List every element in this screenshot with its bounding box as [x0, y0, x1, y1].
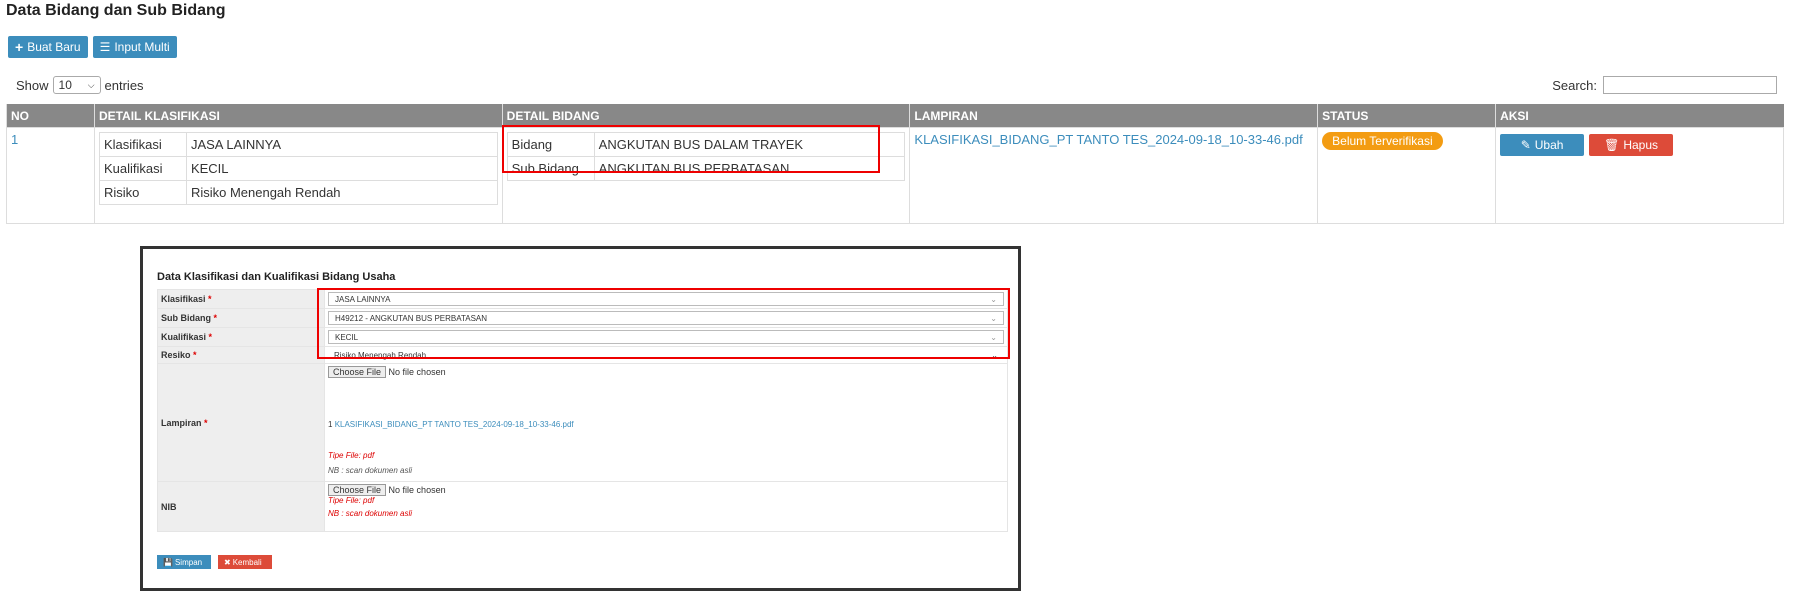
save-icon: 💾	[163, 557, 173, 567]
create-button[interactable]: + Buat Baru	[8, 36, 88, 58]
header-detail-bidang[interactable]: DETAIL BIDANG	[501, 104, 910, 128]
length-select-value: 10	[58, 78, 72, 92]
form-label-lampiran: Lampiran *	[157, 363, 325, 482]
form-row-nib: NIB Choose File No file chosen Tipe File…	[157, 481, 1008, 532]
lampiran-nb-note: NB : scan dokumen asli	[328, 466, 413, 475]
klasifikasi-detail-table: Klasifikasi JASA LAINNYA Kualifikasi KECIL…	[98, 132, 498, 205]
required-mark: *	[208, 332, 213, 342]
risiko-row: Risiko Risiko Menengah Rendah	[98, 180, 498, 205]
kualifikasi-value: KECIL	[185, 156, 498, 181]
plus-icon: +	[15, 39, 24, 55]
header-lampiran[interactable]: LAMPIRAN	[909, 104, 1318, 128]
klasifikasi-label: Klasifikasi	[98, 132, 187, 157]
nib-choose-file-button[interactable]: Choose File	[328, 484, 387, 496]
length-select[interactable]: 10 ⌵	[52, 76, 101, 94]
form-field-nib: Choose File No file chosen Tipe File: pd…	[324, 481, 1008, 532]
form-label-klasifikasi-text: Klasifikasi	[161, 294, 206, 304]
form-label-lampiran-text: Lampiran	[161, 417, 202, 428]
header-aksi[interactable]: AKSI	[1495, 104, 1784, 128]
form-title: Data Klasifikasi dan Kualifikasi Bidang …	[157, 271, 396, 283]
data-table: NO DETAIL KLASIFIKASI DETAIL BIDANG LAMP…	[6, 104, 1784, 224]
risiko-label: Risiko	[98, 180, 187, 205]
delete-button-label: Hapus	[1623, 138, 1659, 152]
kualifikasi-row: Kualifikasi KECIL	[98, 156, 498, 181]
lampiran-link[interactable]: KLASIFIKASI_BIDANG_PT TANTO TES_2024-09-…	[914, 132, 1302, 147]
header-status[interactable]: STATUS	[1317, 104, 1496, 128]
nib-no-file-text: No file chosen	[388, 485, 446, 495]
table-header-row: NO DETAIL KLASIFIKASI DETAIL BIDANG LAMP…	[6, 104, 1784, 128]
edit-icon: ✎	[1520, 138, 1531, 152]
required-mark: *	[213, 313, 218, 323]
aksi-cell: ✎ Ubah 🗑 Hapus	[1495, 127, 1784, 224]
page-title: Data Bidang dan Sub Bidang	[6, 2, 226, 19]
required-mark: *	[208, 294, 212, 304]
form-label-kualifikasi-text: Kualifikasi	[161, 332, 207, 342]
toolbar: + Buat Baru ☰ Input Multi	[8, 36, 177, 58]
lampiran-file-link[interactable]: KLASIFIKASI_BIDANG_PT TANTO TES_2024-09-…	[335, 420, 574, 429]
edit-button-label: Ubah	[1534, 138, 1564, 152]
create-button-label: Buat Baru	[27, 40, 81, 54]
length-show-label: Show	[16, 77, 49, 93]
header-detail-klasifikasi[interactable]: DETAIL KLASIFIKASI	[93, 104, 503, 128]
form-label-sub-bidang-text: Sub Bidang	[161, 313, 211, 323]
form-label-nib: NIB	[157, 481, 325, 532]
form-row-lampiran: Lampiran * Choose File No file chosen 1 …	[157, 363, 1008, 482]
list-icon: ☰	[99, 40, 111, 54]
highlight-box-bidang	[502, 125, 880, 173]
risiko-value: Risiko Menengah Rendah	[185, 180, 498, 205]
edit-button[interactable]: ✎ Ubah	[1500, 134, 1585, 156]
input-multi-label: Input Multi	[114, 40, 170, 54]
chevron-down-icon: ⌵	[87, 79, 95, 90]
delete-button[interactable]: 🗑 Hapus	[1589, 134, 1674, 156]
search-input[interactable]	[1603, 76, 1777, 94]
required-mark: *	[193, 350, 197, 360]
back-button-label: Kembali	[232, 557, 262, 567]
input-multi-button[interactable]: ☰ Input Multi	[92, 36, 177, 58]
trash-icon: 🗑	[1604, 138, 1620, 152]
lampiran-tipe-file-note: Tipe File: pdf	[328, 451, 375, 460]
nib-tipe-file-note: Tipe File: pdf	[328, 496, 375, 505]
required-mark: *	[204, 417, 208, 428]
kualifikasi-label: Kualifikasi	[98, 156, 187, 181]
close-icon: ✖	[224, 557, 231, 567]
form-label-klasifikasi: Klasifikasi *	[157, 289, 325, 309]
length-entries-label: entries	[104, 77, 144, 93]
status-cell: Belum Terverifikasi	[1317, 127, 1497, 224]
back-button[interactable]: ✖ Kembali	[218, 555, 272, 569]
lampiran-cell: KLASIFIKASI_BIDANG_PT TANTO TES_2024-09-…	[909, 127, 1319, 224]
lampiran-choose-file-button[interactable]: Choose File	[328, 366, 387, 378]
header-no[interactable]: NO	[6, 104, 95, 128]
highlight-box-form	[317, 288, 1010, 359]
status-badge: Belum Terverifikasi	[1322, 132, 1443, 150]
search-label: Search:	[1552, 77, 1597, 93]
detail-klasifikasi-cell: Klasifikasi JASA LAINNYA Kualifikasi KECIL…	[93, 127, 503, 224]
form-label-kualifikasi: Kualifikasi *	[157, 327, 325, 347]
search-box: Search:	[1552, 76, 1777, 94]
lampiran-no-file-text: No file chosen	[388, 367, 446, 377]
form-label-resiko: Resiko *	[157, 346, 325, 364]
form-field-lampiran: Choose File No file chosen 1 KLASIFIKASI…	[324, 363, 1008, 482]
form-label-sub-bidang: Sub Bidang *	[157, 308, 325, 328]
lampiran-item-number: 1	[328, 420, 333, 429]
embedded-form-screenshot: Data Klasifikasi dan Kualifikasi Bidang …	[140, 246, 1021, 591]
klasifikasi-value: JASA LAINNYA	[185, 132, 498, 157]
save-button-label: Simpan	[174, 557, 203, 567]
klasifikasi-row: Klasifikasi JASA LAINNYA	[98, 132, 498, 157]
table-row: 1 Klasifikasi JASA LAINNYA Kualifikasi KEC…	[6, 127, 1784, 224]
save-button[interactable]: 💾 Simpan	[157, 555, 211, 569]
form-label-resiko-text: Resiko	[161, 350, 191, 360]
row-no: 1	[6, 127, 95, 224]
nib-nb-note: NB : scan dokumen asli	[328, 509, 413, 518]
length-menu: Show 10 ⌵ entries	[16, 76, 144, 94]
